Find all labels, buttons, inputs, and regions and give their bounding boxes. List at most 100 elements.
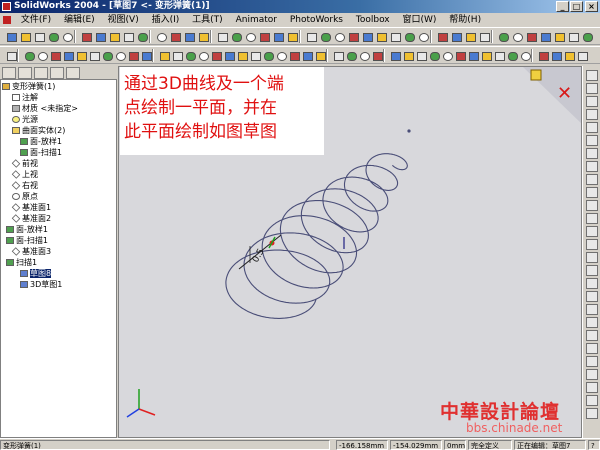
tree-item[interactable]: 前视 — [11, 159, 38, 169]
arc-button[interactable] — [74, 49, 88, 62]
solidworks-app-icon[interactable] — [2, 2, 11, 11]
trim-button[interactable] — [222, 49, 236, 62]
arc-tool-button[interactable] — [586, 109, 598, 120]
redo-button[interactable] — [135, 30, 149, 43]
menu-toolbox[interactable]: Toolbox — [351, 13, 395, 27]
maximize-button[interactable]: □ — [570, 1, 583, 12]
extruded-surface-button[interactable] — [388, 49, 402, 62]
tree-item[interactable]: 光源 — [12, 115, 38, 125]
confirmation-corner[interactable]: ✕ — [523, 67, 582, 125]
tree-item[interactable]: 曲面实体(2) — [12, 126, 65, 136]
tree-item[interactable]: 右视 — [11, 181, 38, 191]
spline-tool-button[interactable] — [586, 135, 598, 146]
extend-surface-button[interactable] — [492, 49, 506, 62]
smart-dimension-2-button[interactable] — [22, 49, 36, 62]
menu-edit[interactable]: 编辑(E) — [59, 13, 100, 27]
point-tool-button[interactable] — [586, 174, 598, 185]
tree-item[interactable]: 基准面3 — [11, 247, 51, 257]
pattern-tool-button[interactable] — [586, 343, 598, 354]
photoworks-tab[interactable] — [50, 67, 64, 79]
print-preview-button[interactable] — [60, 30, 74, 43]
menu-file[interactable]: 文件(F) — [16, 13, 56, 27]
pan-button[interactable] — [285, 30, 299, 43]
zoom-area-button[interactable] — [229, 30, 243, 43]
convert-button[interactable] — [209, 49, 223, 62]
revolved-surface-button[interactable] — [401, 49, 415, 62]
menu-view[interactable]: 视图(V) — [103, 13, 144, 27]
undo-button[interactable] — [121, 30, 135, 43]
wireframe-button[interactable] — [374, 30, 388, 43]
knit-surface-button[interactable] — [453, 49, 467, 62]
perspective-button[interactable] — [435, 30, 449, 43]
tree-item[interactable]: 变形弹簧(1) — [2, 82, 55, 92]
appearance-button[interactable] — [552, 30, 566, 43]
copy-tool-button[interactable] — [586, 369, 598, 380]
helix-curve[interactable] — [225, 153, 408, 319]
measure-button[interactable] — [463, 30, 477, 43]
tree-item[interactable]: 3D草图1 — [20, 280, 62, 290]
text-tool-button[interactable] — [586, 278, 598, 289]
plane-button[interactable] — [344, 49, 358, 62]
paste-button[interactable] — [107, 30, 121, 43]
menu-photoworks[interactable]: PhotoWorks — [285, 13, 348, 27]
dimension-label[interactable]: 0.5 — [251, 247, 267, 264]
render-button[interactable] — [580, 30, 594, 43]
construction-geometry-button[interactable] — [313, 49, 327, 62]
grid-button[interactable] — [449, 30, 463, 43]
dimension-button[interactable] — [586, 83, 598, 94]
axis-button[interactable] — [357, 49, 371, 62]
copy-entities-button[interactable] — [287, 49, 301, 62]
coordinate-system-button[interactable] — [370, 49, 384, 62]
fill-surface-button[interactable] — [466, 49, 480, 62]
animator-tab[interactable] — [66, 67, 80, 79]
move-tool-button[interactable] — [586, 356, 598, 367]
helix-button[interactable] — [536, 49, 550, 62]
composite-curve-button[interactable] — [562, 49, 576, 62]
cancel-sketch-icon[interactable]: ✕ — [557, 83, 572, 104]
cut-button[interactable] — [79, 30, 93, 43]
mirror-button[interactable] — [248, 49, 262, 62]
lights-button[interactable] — [566, 30, 580, 43]
feature-tree-tab[interactable] — [2, 67, 16, 79]
helix-endpoint[interactable] — [407, 129, 411, 133]
tree-item[interactable]: 面-放样1 — [6, 225, 48, 235]
fillet-tool-button[interactable] — [586, 226, 598, 237]
front-view-button[interactable] — [318, 30, 332, 43]
status-help-button[interactable]: ? — [588, 440, 600, 450]
section-view-button[interactable] — [416, 30, 430, 43]
spline-button[interactable] — [87, 49, 101, 62]
scale-tool-button[interactable] — [586, 382, 598, 393]
configuration-tab[interactable] — [34, 67, 48, 79]
mass-properties-button[interactable] — [477, 30, 491, 43]
zoom-in-button[interactable] — [243, 30, 257, 43]
projected-curve-button[interactable] — [549, 49, 563, 62]
line-button[interactable] — [35, 49, 49, 62]
line-tool-button[interactable] — [586, 96, 598, 107]
rectangle-button[interactable] — [48, 49, 62, 62]
new-button[interactable] — [4, 30, 18, 43]
circle-tool-button[interactable] — [586, 122, 598, 133]
rotate-tool-button[interactable] — [586, 395, 598, 406]
tree-item[interactable]: 基准面1 — [11, 203, 51, 213]
tree-item[interactable]: 面-放样1 — [20, 137, 62, 147]
minimize-button[interactable]: _ — [556, 1, 569, 12]
text-button[interactable] — [157, 49, 171, 62]
tree-item[interactable]: 面-扫描1 — [6, 236, 48, 246]
isometric-view-button[interactable] — [360, 30, 374, 43]
plane-tool-button[interactable] — [586, 304, 598, 315]
swept-surface-button[interactable] — [414, 49, 428, 62]
delete-face-button[interactable] — [505, 49, 519, 62]
extend-tool-button[interactable] — [586, 213, 598, 224]
hidden-lines-button[interactable] — [388, 30, 402, 43]
menu-window[interactable]: 窗口(W) — [398, 13, 442, 27]
offset-button[interactable] — [196, 49, 210, 62]
sketch-relations-button[interactable] — [586, 70, 598, 81]
document-icon[interactable] — [3, 15, 11, 24]
tree-item[interactable]: 注解 — [12, 93, 38, 103]
convert-tool-button[interactable] — [586, 265, 598, 276]
rotate-entities-button[interactable] — [274, 49, 288, 62]
extend-button[interactable] — [235, 49, 249, 62]
zoom-fit-button[interactable] — [215, 30, 229, 43]
property-manager-tab[interactable] — [18, 67, 32, 79]
ellipse-button[interactable] — [126, 49, 140, 62]
